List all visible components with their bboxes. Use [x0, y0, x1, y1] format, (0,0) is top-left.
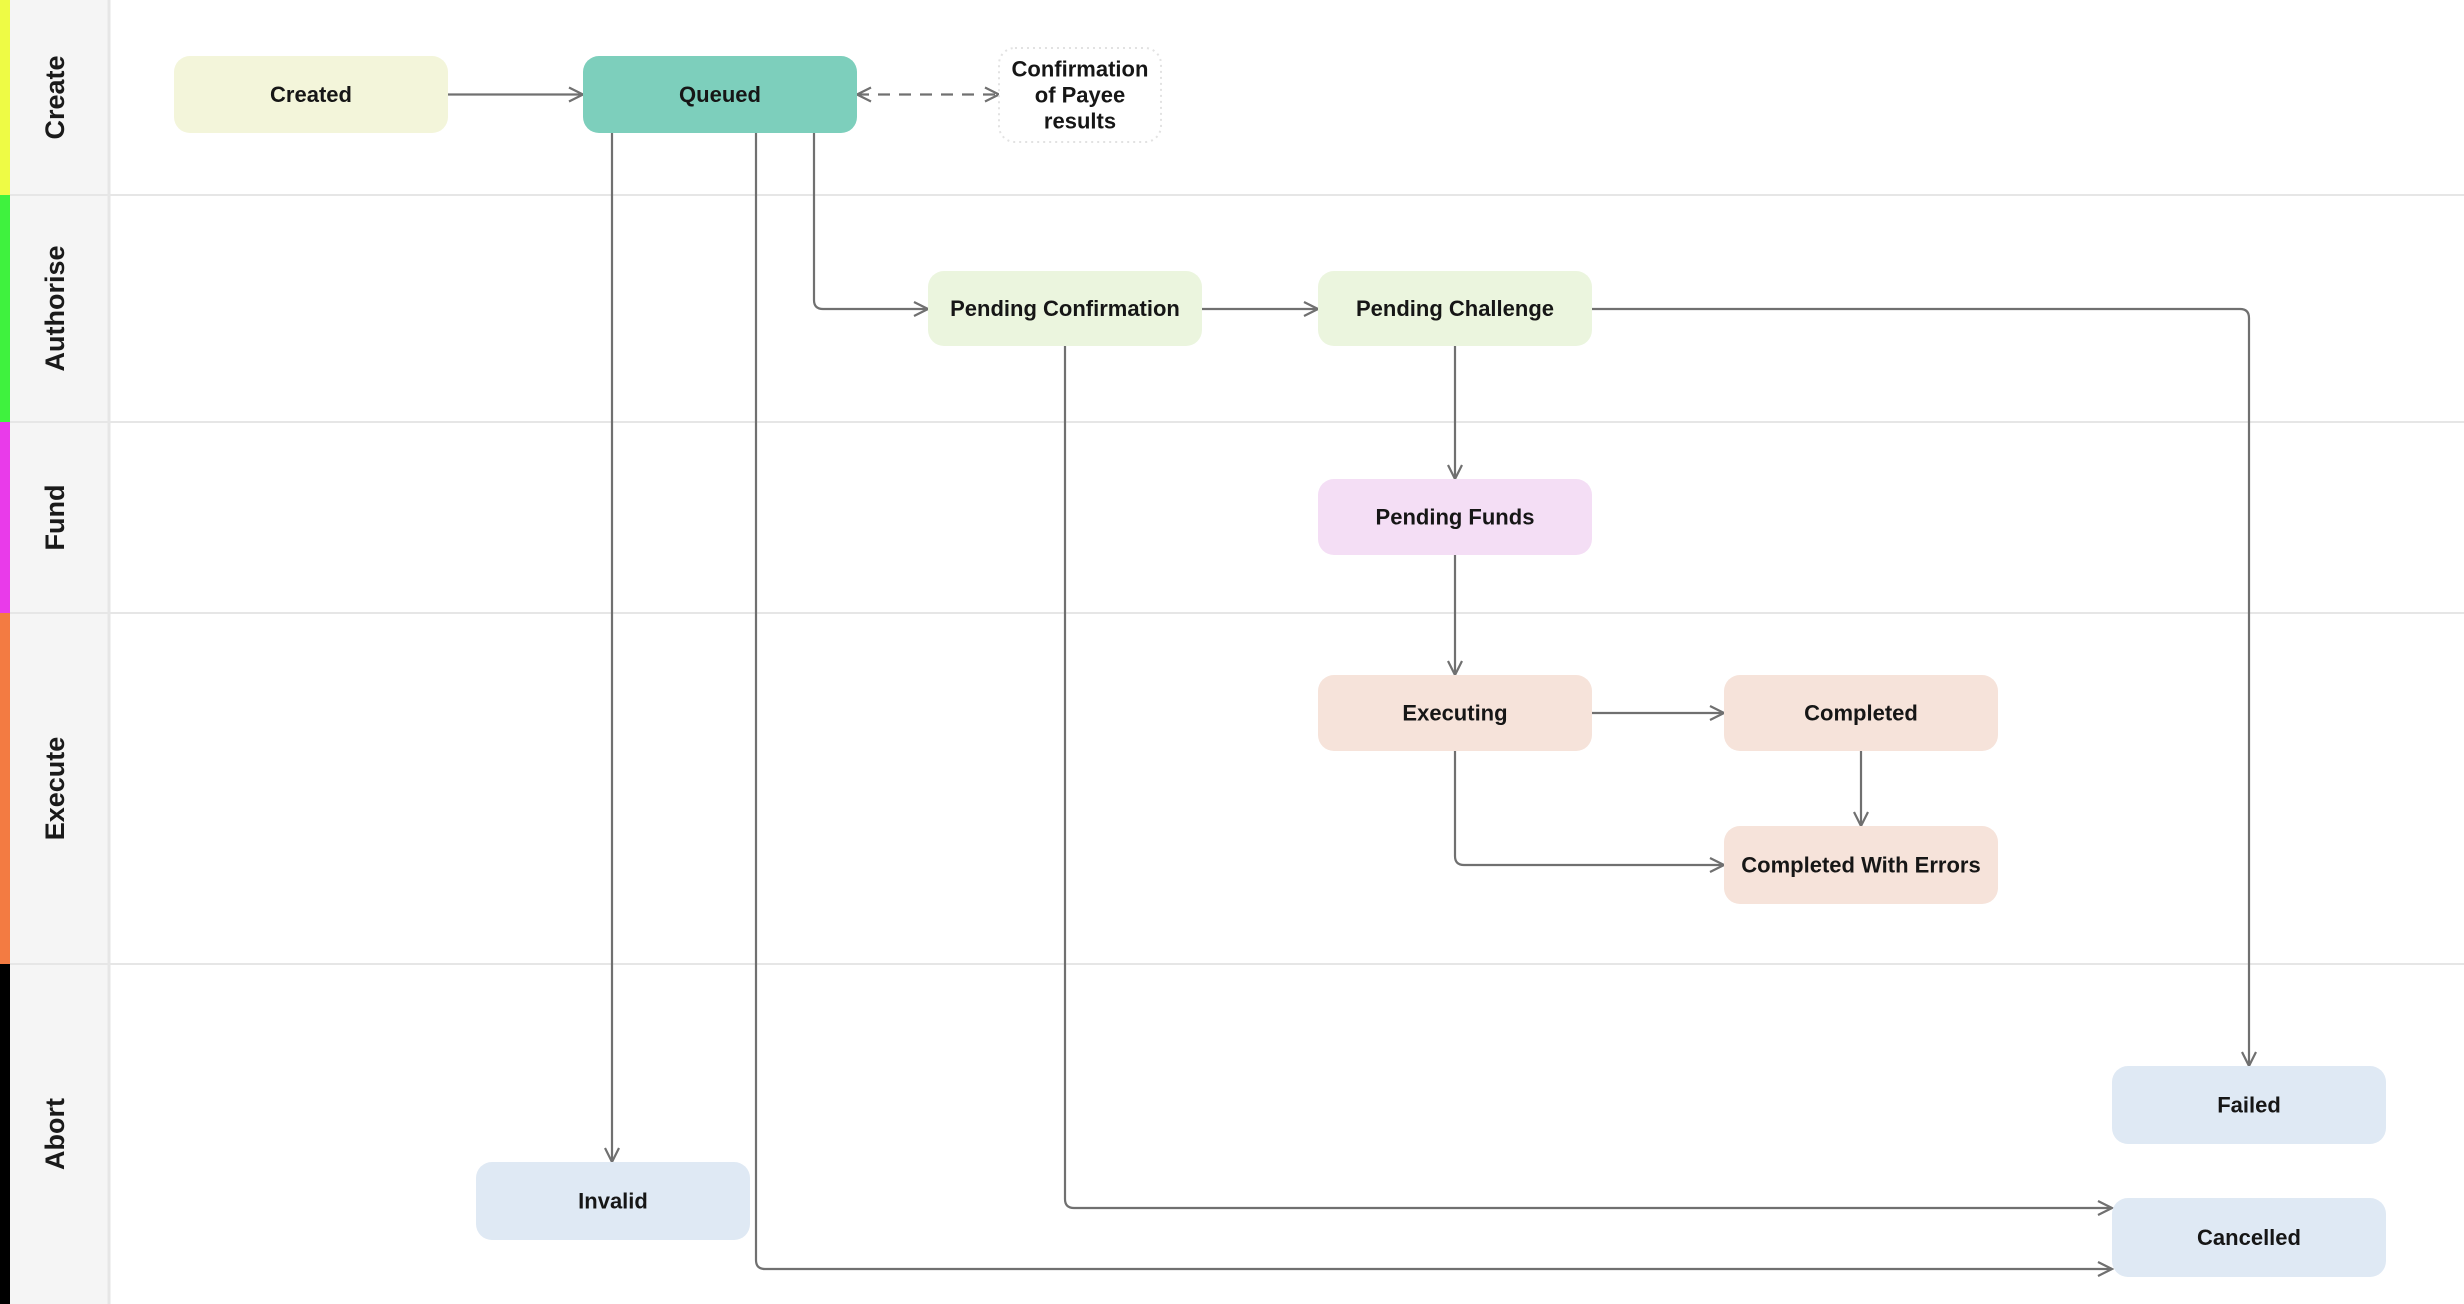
state-label: Completed With Errors	[1741, 853, 1980, 878]
state-pending-challenge[interactable]: Pending Challenge	[1318, 271, 1592, 346]
state-pending-confirmation[interactable]: Pending Confirmation	[928, 271, 1202, 346]
state-cop[interactable]: Confirmationof Payeeresults	[998, 47, 1162, 143]
state-label-line: Confirmation	[1012, 57, 1149, 82]
swimlanes: Create Authorise Fund Execute Abort	[0, 0, 2464, 1304]
lane-execute: Execute	[0, 612, 2464, 964]
edge-executing-to-completed_with_errors	[1453, 751, 1724, 865]
lane-color-stripe	[0, 195, 10, 422]
state-label: Cancelled	[2197, 1225, 2301, 1250]
edge-pending_confirmation-to-cancelled	[1063, 346, 2112, 1208]
lane-fund: Fund	[0, 421, 2464, 613]
lane-abort: Abort	[0, 963, 2464, 1304]
lane-label: Abort	[40, 1098, 70, 1170]
state-label: Failed	[2217, 1093, 2281, 1118]
lane-label: Execute	[40, 737, 70, 841]
state-label-line: results	[1044, 109, 1116, 134]
lane-label: Fund	[40, 485, 70, 551]
state-completed-with-errors[interactable]: Completed With Errors	[1724, 826, 1998, 904]
state-label: Queued	[679, 82, 761, 107]
lane-label: Create	[40, 55, 70, 139]
state-queued[interactable]: Queued	[583, 56, 857, 133]
state-pending-funds[interactable]: Pending Funds	[1318, 479, 1592, 555]
state-invalid[interactable]: Invalid	[476, 1162, 750, 1240]
state-label-line: of Payee	[1035, 83, 1126, 108]
state-label: Invalid	[578, 1189, 648, 1214]
state-label: Pending Funds	[1376, 505, 1535, 530]
edge-queued-to-pending_confirmation	[812, 133, 928, 309]
state-created[interactable]: Created	[174, 56, 448, 133]
state-completed[interactable]: Completed	[1724, 675, 1998, 751]
state-failed[interactable]: Failed	[2112, 1066, 2386, 1144]
states: Created Queued Confirmationof Payeeresults…	[174, 47, 2386, 1277]
state-label: Created	[270, 82, 352, 107]
lane-color-stripe	[0, 613, 10, 964]
state-label: Pending Challenge	[1356, 296, 1554, 321]
lane-color-stripe	[0, 0, 10, 195]
state-label: Completed	[1804, 701, 1918, 726]
lane-create: Create	[0, 0, 111, 195]
state-label: Executing	[1402, 701, 1507, 726]
lane-color-stripe	[0, 422, 10, 613]
state-label: Pending Confirmation	[950, 296, 1180, 321]
state-diagram: Create Authorise Fund Execute Abort Created Q…	[0, 0, 2464, 1304]
lane-color-stripe	[0, 964, 10, 1304]
lane-label: Authorise	[40, 245, 70, 371]
state-executing[interactable]: Executing	[1318, 675, 1592, 751]
state-cancelled[interactable]: Cancelled	[2112, 1198, 2386, 1277]
